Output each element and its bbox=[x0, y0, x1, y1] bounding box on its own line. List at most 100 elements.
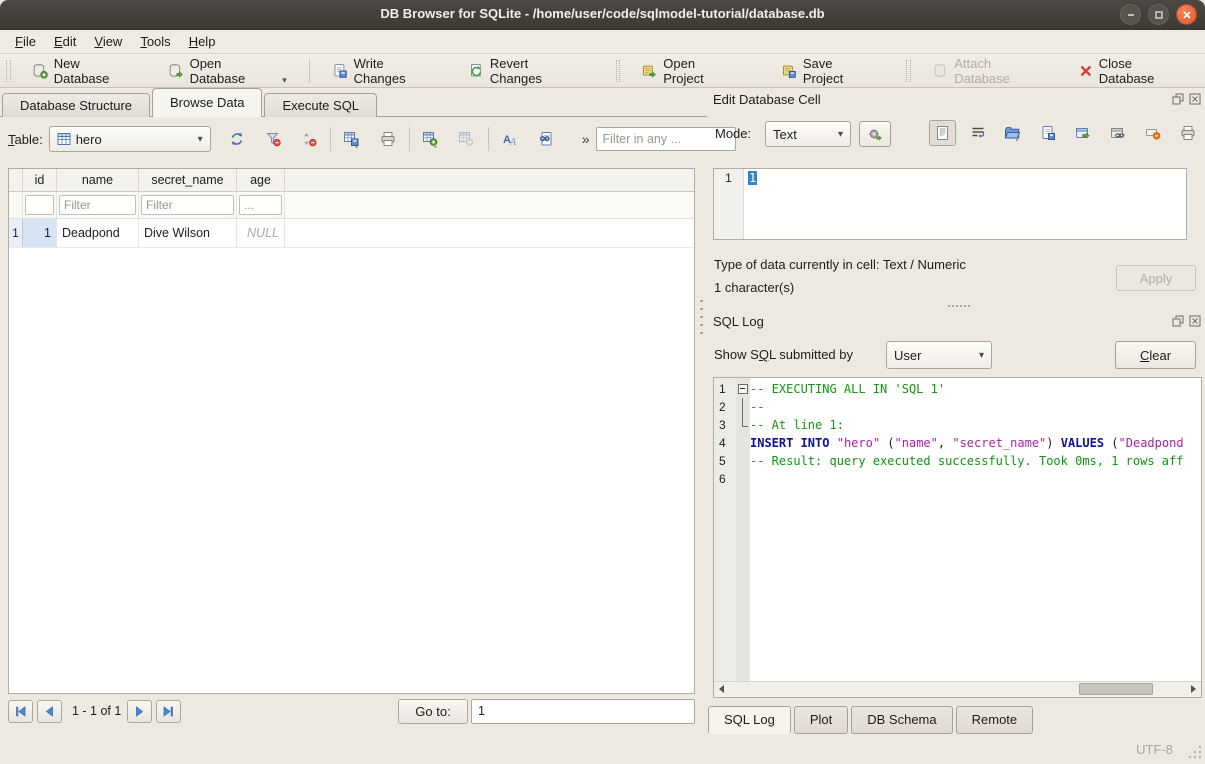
open-in-external-button[interactable] bbox=[1069, 120, 1096, 146]
word-wrap-button[interactable] bbox=[964, 120, 991, 146]
menu-file[interactable]: File bbox=[6, 32, 45, 51]
menu-help[interactable]: Help bbox=[180, 32, 225, 51]
filter-input-secret-name[interactable] bbox=[141, 195, 234, 215]
open-database-button[interactable]: Open Database ▾ bbox=[158, 52, 297, 90]
close-button[interactable] bbox=[1176, 4, 1197, 25]
controls-separator bbox=[330, 127, 331, 151]
table-select[interactable]: hero ▾ bbox=[49, 126, 211, 152]
font-format-icon: A A bbox=[502, 131, 518, 147]
new-database-button[interactable]: New Database bbox=[22, 52, 148, 90]
toolbar-overflow-chevron[interactable]: » bbox=[582, 131, 590, 147]
scroll-right-arrow[interactable] bbox=[1186, 682, 1201, 696]
sql-log-dock-buttons bbox=[1171, 314, 1201, 327]
insert-record-button[interactable] bbox=[417, 126, 445, 152]
tab-database-structure[interactable]: Database Structure bbox=[2, 93, 150, 117]
cell-id[interactable]: 1 bbox=[23, 219, 57, 247]
last-record-button[interactable] bbox=[156, 700, 181, 723]
new-database-icon bbox=[32, 63, 48, 79]
close-dock-button[interactable] bbox=[1188, 314, 1201, 327]
edit-cell-dock-buttons bbox=[1171, 92, 1201, 105]
clear-log-button[interactable]: Clear bbox=[1115, 341, 1196, 369]
insert-record-icon bbox=[422, 131, 439, 148]
filter-input-name[interactable] bbox=[59, 195, 136, 215]
find-in-table-button[interactable] bbox=[532, 126, 560, 152]
goto-input[interactable] bbox=[471, 699, 695, 724]
maximize-button[interactable] bbox=[1148, 4, 1169, 25]
sql-log-line: 1-- EXECUTING ALL IN 'SQL 1' bbox=[714, 380, 1201, 398]
revert-changes-button[interactable]: Revert Changes bbox=[458, 52, 592, 90]
table-select-value: hero bbox=[76, 132, 102, 147]
goto-button[interactable]: Go to: bbox=[398, 699, 468, 724]
resize-grip[interactable] bbox=[1188, 745, 1202, 759]
sql-log-line: 2-- bbox=[714, 398, 1201, 416]
record-range-text: 1 - 1 of 1 bbox=[72, 704, 121, 718]
cell-editor-text: 1 bbox=[748, 171, 757, 185]
set-null-button[interactable] bbox=[1139, 120, 1166, 146]
sql-log-hscrollbar[interactable] bbox=[714, 681, 1201, 697]
first-record-button[interactable] bbox=[8, 700, 33, 723]
row-number-header[interactable]: 1 bbox=[9, 219, 23, 247]
menu-edit[interactable]: Edit bbox=[45, 32, 85, 51]
scrollbar-thumb[interactable] bbox=[1079, 683, 1153, 695]
dock-tab-plot[interactable]: Plot bbox=[794, 706, 848, 734]
column-header-id[interactable]: id bbox=[23, 169, 57, 191]
refresh-button[interactable] bbox=[223, 126, 251, 152]
print-button[interactable] bbox=[374, 126, 402, 152]
float-dock-button[interactable] bbox=[1171, 92, 1184, 105]
column-header-age[interactable]: age bbox=[237, 169, 285, 191]
new-database-label: New Database bbox=[54, 56, 138, 86]
menu-tools[interactable]: Tools bbox=[131, 32, 179, 51]
mode-select[interactable]: Text ▾ bbox=[765, 121, 851, 147]
open-database-dropdown-caret[interactable]: ▾ bbox=[282, 75, 287, 86]
toolbar-drag-handle[interactable] bbox=[616, 60, 621, 82]
tab-browse-data[interactable]: Browse Data bbox=[152, 88, 262, 117]
filter-input-id[interactable] bbox=[25, 195, 54, 215]
clear-filters-button[interactable] bbox=[259, 126, 287, 152]
header-spacer bbox=[285, 169, 694, 191]
cell-editor[interactable]: 1 1 bbox=[713, 168, 1187, 240]
panel-splitter-handle[interactable] bbox=[700, 300, 703, 340]
close-database-button[interactable]: Close Database bbox=[1069, 52, 1200, 90]
text-mode-button[interactable] bbox=[929, 120, 956, 146]
scroll-left-arrow[interactable] bbox=[714, 682, 729, 696]
column-header-name[interactable]: name bbox=[57, 169, 139, 191]
cell-secret-name[interactable]: Dive Wilson bbox=[139, 219, 237, 247]
auto-apply-button[interactable] bbox=[859, 121, 891, 147]
filter-input-age[interactable] bbox=[239, 195, 282, 215]
dock-tab-db-schema[interactable]: DB Schema bbox=[851, 706, 952, 734]
clear-sorting-button[interactable] bbox=[295, 126, 323, 152]
float-dock-button[interactable] bbox=[1171, 314, 1184, 327]
sql-log-editor[interactable]: 1-- EXECUTING ALL IN 'SQL 1'2--3-- At li… bbox=[713, 377, 1202, 698]
previous-record-button[interactable] bbox=[37, 700, 62, 723]
column-header-secret-name[interactable]: secret_name bbox=[139, 169, 237, 191]
save-project-button[interactable]: Save Project bbox=[771, 52, 885, 90]
toolbar-drag-handle[interactable] bbox=[6, 60, 11, 82]
sql-log-filter-value: User bbox=[894, 348, 921, 363]
sql-log-filter-label: Show SQL submitted by bbox=[714, 347, 853, 362]
minimize-button[interactable] bbox=[1120, 4, 1141, 25]
copy-link-button[interactable] bbox=[1104, 120, 1131, 146]
attach-database-icon bbox=[932, 63, 948, 79]
cell-age[interactable]: NULL bbox=[237, 219, 285, 247]
dock-tab-remote[interactable]: Remote bbox=[956, 706, 1034, 734]
close-dock-button[interactable] bbox=[1188, 92, 1201, 105]
cell-name[interactable]: Deadpond bbox=[57, 219, 139, 247]
next-record-button[interactable] bbox=[127, 700, 152, 723]
toolbar-drag-handle[interactable] bbox=[906, 60, 911, 82]
print-cell-button[interactable] bbox=[1174, 120, 1201, 146]
save-table-button[interactable] bbox=[338, 126, 366, 152]
import-data-button[interactable] bbox=[999, 120, 1026, 146]
dock-splitter-handle[interactable] bbox=[948, 305, 974, 308]
previous-record-icon bbox=[43, 705, 56, 718]
write-changes-button[interactable]: Write Changes bbox=[322, 52, 448, 90]
dock-tab-sql-log[interactable]: SQL Log bbox=[708, 706, 791, 734]
export-data-button[interactable] bbox=[1034, 120, 1061, 146]
filter-row-header bbox=[9, 192, 23, 218]
encoding-indicator[interactable]: UTF-8 bbox=[1136, 742, 1173, 757]
menu-view[interactable]: View bbox=[85, 32, 131, 51]
edit-display-format-button[interactable]: A A bbox=[496, 126, 524, 152]
open-project-button[interactable]: Open Project bbox=[631, 52, 748, 90]
sql-log-filter-select[interactable]: User ▾ bbox=[886, 341, 992, 369]
sql-log-lines: 1-- EXECUTING ALL IN 'SQL 1'2--3-- At li… bbox=[714, 380, 1201, 488]
tab-execute-sql[interactable]: Execute SQL bbox=[264, 93, 377, 117]
